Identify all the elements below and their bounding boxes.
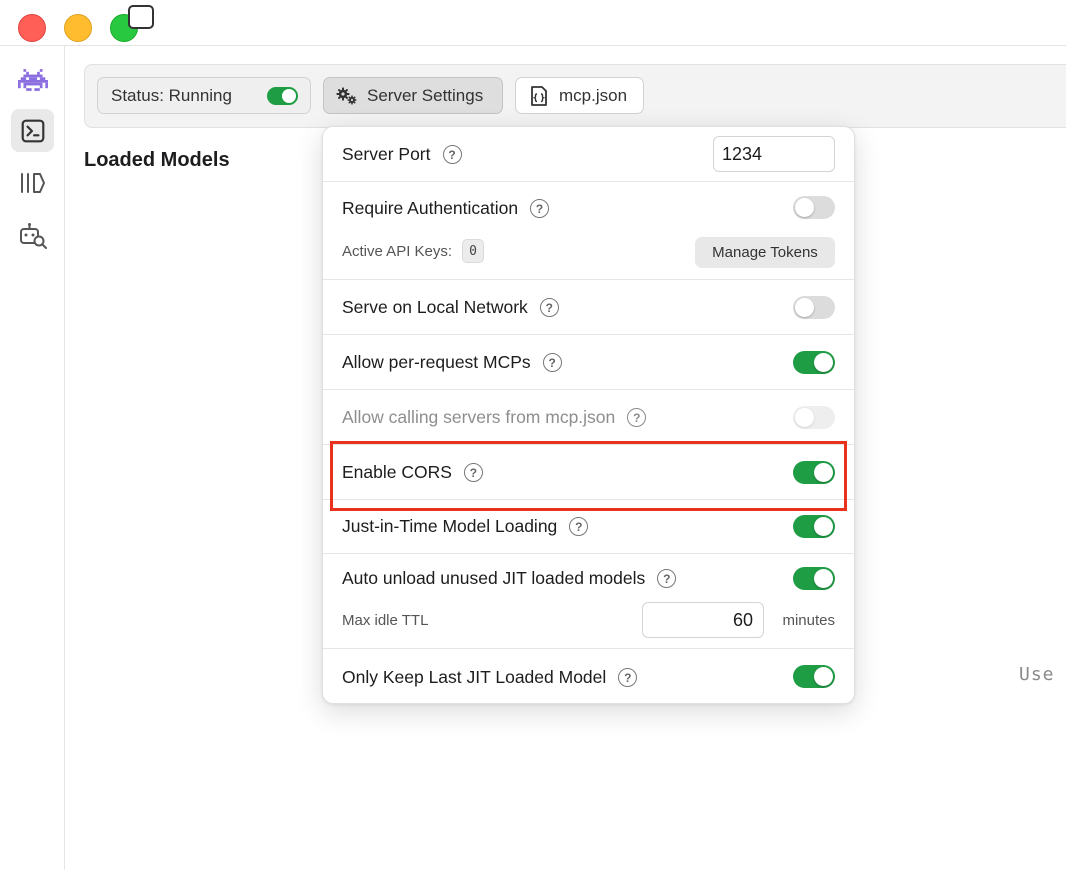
- sidebar-item-models[interactable]: [11, 161, 54, 204]
- server-port-label: Server Port: [342, 144, 431, 164]
- sidebar-item-discover[interactable]: [11, 214, 54, 257]
- sidebar-item-developer[interactable]: [11, 109, 54, 152]
- help-icon[interactable]: ?: [618, 668, 638, 687]
- keep-last-jit-label: Only Keep Last JIT Loaded Model: [342, 667, 607, 687]
- space-invader-icon: [17, 68, 48, 91]
- max-idle-ttl-label: Max idle TTL: [342, 612, 429, 629]
- robot-search-icon: [19, 222, 47, 249]
- local-network-row: Serve on Local Network ?: [323, 280, 854, 335]
- close-window-button[interactable]: [18, 14, 46, 42]
- sidebar-item-chat[interactable]: [11, 58, 54, 101]
- auto-unload-label: Auto unload unused JIT loaded models: [342, 568, 646, 588]
- require-auth-label: Require Authentication: [342, 198, 519, 218]
- server-running-toggle[interactable]: [267, 87, 298, 105]
- calling-servers-toggle: [793, 406, 835, 429]
- jit-loading-label: Just-in-Time Model Loading: [342, 516, 558, 536]
- status-pill[interactable]: Status: Running: [97, 77, 311, 114]
- help-icon[interactable]: ?: [657, 569, 677, 588]
- jit-loading-toggle[interactable]: [793, 515, 835, 538]
- require-auth-row: Require Authentication ? Active API Keys…: [323, 182, 854, 280]
- json-file-icon: [531, 85, 547, 106]
- calling-servers-label: Allow calling servers from mcp.json: [342, 407, 616, 427]
- window-overlay-icon: [128, 5, 154, 29]
- calling-servers-row: Allow calling servers from mcp.json ?: [323, 390, 854, 445]
- help-icon[interactable]: ?: [569, 517, 589, 536]
- keep-last-jit-row: Only Keep Last JIT Loaded Model ?: [323, 649, 854, 704]
- local-network-label: Serve on Local Network: [342, 297, 528, 317]
- server-toolbar: Status: Running Server Settings mcp.json: [84, 64, 1066, 128]
- help-icon[interactable]: ?: [542, 353, 562, 372]
- server-port-row: Server Port ? 1234: [323, 127, 854, 182]
- per-request-mcps-label: Allow per-request MCPs: [342, 352, 531, 372]
- server-settings-popover: Server Port ? 1234 Require Authenticatio…: [322, 126, 855, 704]
- require-auth-toggle[interactable]: [793, 196, 835, 219]
- help-icon[interactable]: ?: [442, 145, 462, 164]
- help-icon[interactable]: ?: [627, 408, 647, 427]
- loaded-models-title: Loaded Models: [84, 149, 230, 171]
- mcp-json-button[interactable]: mcp.json: [515, 77, 644, 114]
- max-idle-ttl-unit: minutes: [782, 612, 835, 629]
- background-hint-text: Use l: [1019, 664, 1066, 685]
- keep-last-jit-toggle[interactable]: [793, 665, 835, 688]
- api-keys-count-badge: 0: [462, 239, 485, 263]
- annotation-highlight-box: [330, 441, 847, 511]
- help-icon[interactable]: ?: [530, 199, 550, 218]
- active-api-keys-label: Active API Keys:: [342, 242, 453, 260]
- max-idle-ttl-input[interactable]: 60: [642, 602, 764, 638]
- per-request-mcps-row: Allow per-request MCPs ?: [323, 335, 854, 390]
- terminal-icon: [21, 119, 44, 142]
- server-settings-button[interactable]: Server Settings: [323, 77, 503, 114]
- per-request-mcps-toggle[interactable]: [793, 351, 835, 374]
- status-label: Status: Running: [111, 85, 232, 105]
- server-port-input[interactable]: 1234: [713, 136, 835, 172]
- help-icon[interactable]: ?: [539, 298, 559, 317]
- title-bar: [0, 0, 1066, 46]
- minimize-window-button[interactable]: [64, 14, 92, 42]
- gears-icon: [336, 87, 357, 104]
- mcp-json-label: mcp.json: [559, 85, 628, 105]
- sidebar: [0, 46, 65, 870]
- server-settings-label: Server Settings: [367, 85, 484, 105]
- auto-unload-row: Auto unload unused JIT loaded models ? M…: [323, 554, 854, 649]
- manage-tokens-button[interactable]: Manage Tokens: [695, 237, 835, 268]
- auto-unload-toggle[interactable]: [793, 567, 835, 590]
- folder-bracket-icon: [20, 172, 45, 193]
- local-network-toggle[interactable]: [793, 296, 835, 319]
